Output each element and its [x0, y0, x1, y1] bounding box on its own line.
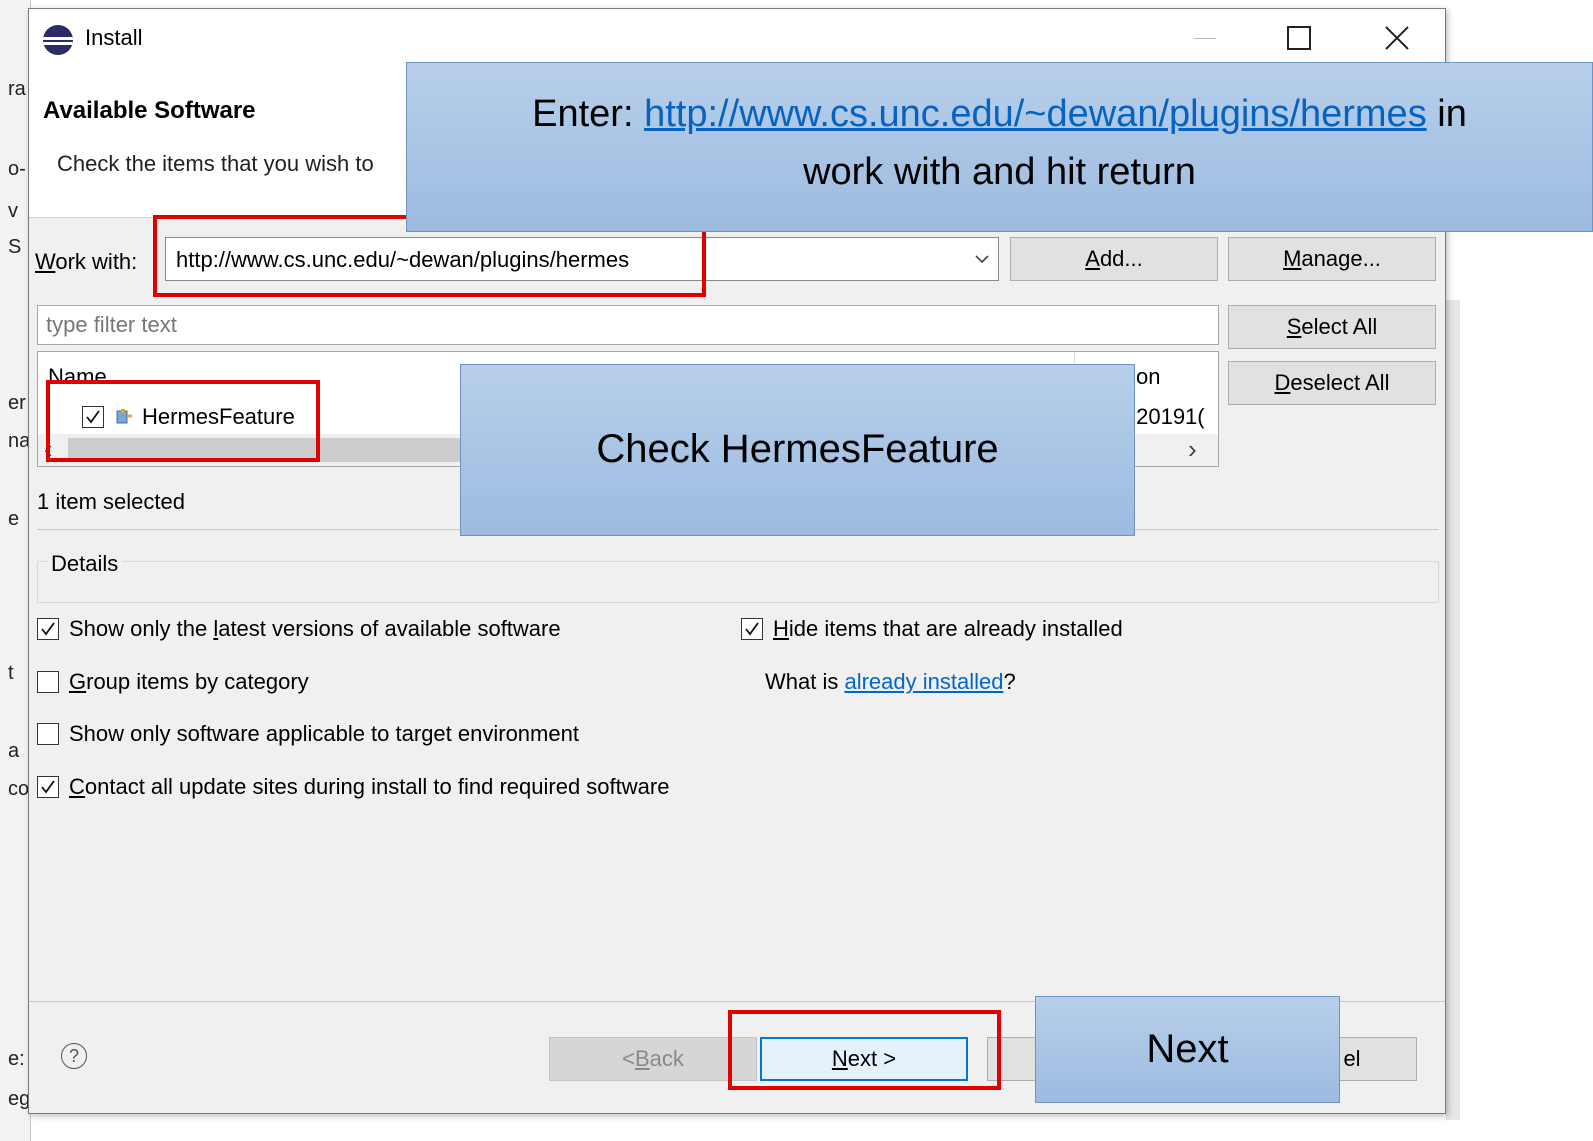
- already-installed-link[interactable]: already installed: [844, 669, 1003, 694]
- contact-update-sites-label: Contact all update sites during install …: [69, 774, 670, 799]
- callout-url-link[interactable]: http://www.cs.unc.edu/~dewan/plugins/her…: [644, 93, 1427, 135]
- deselect-all-button[interactable]: Deselect All: [1228, 361, 1436, 405]
- bg-text-fragment: er: [8, 392, 26, 414]
- page-title: Available Software: [43, 97, 256, 124]
- option-contact-update-sites[interactable]: Contact all update sites during install …: [37, 774, 669, 800]
- target-environment-checkbox[interactable]: [37, 723, 59, 745]
- bg-text-fragment: ra: [8, 78, 26, 100]
- what-is-installed: What is already installed?: [765, 669, 1016, 694]
- hide-installed-label: Hide items that are already installed: [773, 616, 1123, 641]
- scroll-right-icon[interactable]: ›: [1188, 434, 1197, 465]
- group-by-category-label: Group items by category: [69, 669, 309, 694]
- callout-enter-url: Enter: http://www.cs.unc.edu/~dewan/plug…: [406, 62, 1593, 232]
- bg-text-fragment: S: [8, 236, 22, 258]
- select-all-button[interactable]: Select All: [1228, 305, 1436, 349]
- selection-status: 1 item selected: [37, 489, 185, 514]
- details-label: Details: [47, 551, 123, 577]
- option-target-environment[interactable]: Show only software applicable to target …: [37, 721, 579, 747]
- maximize-icon: [1287, 26, 1311, 50]
- bg-text-fragment: v: [8, 200, 18, 222]
- title-bar: Install: [29, 9, 1445, 67]
- option-hide-installed[interactable]: Hide items that are already installed: [741, 616, 1123, 642]
- option-group-by-category[interactable]: Group items by category: [37, 669, 309, 695]
- background-window: ra o- v S er na e t a co e: eg: [0, 0, 31, 1141]
- close-button[interactable]: [1377, 21, 1417, 55]
- help-icon[interactable]: ?: [61, 1043, 87, 1069]
- eclipse-icon: [43, 25, 73, 55]
- check-icon: [745, 622, 759, 636]
- bg-text-fragment: t: [8, 662, 14, 684]
- window-title: Install: [85, 25, 143, 50]
- bg-text-fragment: co: [8, 778, 30, 800]
- callout-check-text: Check HermesFeature: [596, 427, 999, 471]
- hide-installed-checkbox[interactable]: [741, 618, 763, 640]
- bg-text-fragment: eg: [8, 1088, 31, 1110]
- work-with-label: Work with:: [35, 249, 138, 274]
- minimize-icon: [1194, 37, 1216, 39]
- callout-next: Next: [1035, 996, 1340, 1103]
- next-button-highlight: [728, 1010, 1001, 1090]
- bg-text-fragment: e: [8, 508, 20, 530]
- page-description: Check the items that you wish to: [57, 151, 374, 176]
- bg-text-fragment: na: [8, 430, 31, 452]
- bg-text-fragment: o-: [8, 158, 26, 180]
- latest-versions-checkbox[interactable]: [37, 618, 59, 640]
- column-header-version[interactable]: on: [1136, 364, 1160, 390]
- option-latest-versions[interactable]: Show only the latest versions of availab…: [37, 616, 561, 642]
- feature-version: .20191(: [1130, 404, 1205, 429]
- callout-line2: work with and hit return: [803, 151, 1196, 193]
- add-button[interactable]: Add...: [1010, 237, 1218, 281]
- contact-update-sites-checkbox[interactable]: [37, 776, 59, 798]
- latest-versions-label: Show only the latest versions of availab…: [69, 616, 561, 641]
- maximize-button[interactable]: [1279, 21, 1319, 55]
- background-window-edge: [1446, 300, 1460, 1120]
- target-environment-label: Show only software applicable to target …: [69, 721, 579, 746]
- callout-next-text: Next: [1146, 1027, 1229, 1071]
- close-icon: [1385, 26, 1409, 50]
- back-button[interactable]: < Back: [549, 1037, 757, 1081]
- hermes-feature-highlight: [46, 380, 320, 462]
- chevron-down-icon[interactable]: [974, 244, 990, 280]
- minimize-button[interactable]: [1185, 21, 1225, 55]
- callout-line1: Enter: http://www.cs.unc.edu/~dewan/plug…: [532, 93, 1467, 135]
- manage-button[interactable]: Manage...: [1228, 237, 1436, 281]
- details-box: [37, 561, 1439, 603]
- check-icon: [41, 622, 55, 636]
- bg-text-fragment: a: [8, 740, 20, 762]
- callout-check-feature: Check HermesFeature: [460, 364, 1135, 536]
- group-by-category-checkbox[interactable]: [37, 671, 59, 693]
- check-icon: [41, 780, 55, 794]
- filter-input[interactable]: [38, 306, 1218, 344]
- filter-field[interactable]: [37, 305, 1219, 345]
- bg-text-fragment: e:: [8, 1048, 25, 1070]
